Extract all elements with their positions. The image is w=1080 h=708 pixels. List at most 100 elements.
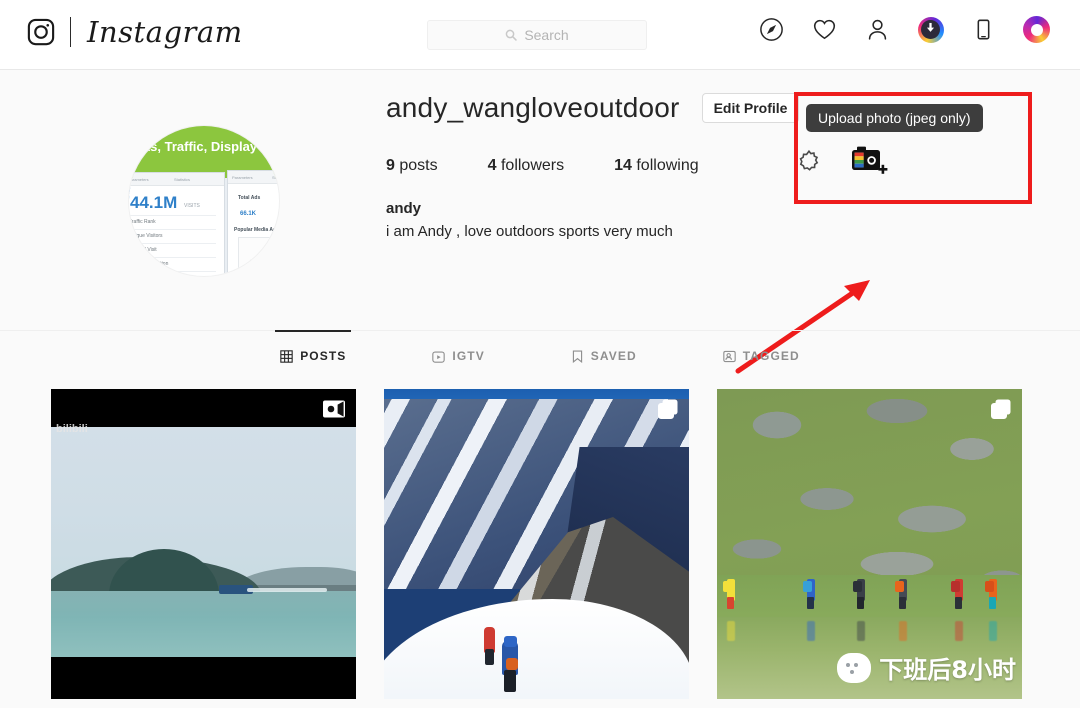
hiker-reflection [807, 621, 815, 641]
metric-row: Unique Visitors [129, 233, 163, 239]
post-2-climber [484, 627, 495, 665]
downloader-badge [917, 16, 944, 43]
brand-logo[interactable]: Instagram [26, 17, 243, 47]
multi-post-badge-icon [991, 399, 1011, 424]
tab-saved-label: SAVED [590, 349, 637, 363]
stat-followers[interactable]: 4 followers [488, 157, 565, 175]
post-grid: bilibili 下班后8小时 [51, 389, 1022, 699]
metric-row: Pages / Visit [129, 247, 157, 253]
post-2-image [384, 389, 689, 699]
metric-row: Avg. visit duration [129, 261, 169, 267]
stat-posts-label: posts [399, 157, 438, 174]
hiker-figure [985, 579, 997, 609]
tab-saved[interactable]: SAVED [571, 331, 637, 379]
page-title: andy_wangloveoutdoor [386, 92, 680, 123]
panel-left-label-2: Statistics [174, 177, 191, 182]
avatar [1023, 16, 1050, 43]
stat-followers-label: followers [500, 157, 565, 174]
stat-posts-value: 9 [386, 157, 395, 174]
search-input[interactable]: Search [427, 20, 647, 50]
panel-left-big-stat-unit: VISITS [184, 203, 200, 209]
panel-left-label: Parameters [128, 177, 149, 182]
post-thumbnail[interactable]: 下班后8小时 [717, 389, 1022, 699]
search-placeholder: Search [524, 27, 569, 43]
brand-wordmark: Instagram [87, 15, 243, 49]
activity-heart-icon[interactable] [811, 16, 838, 43]
hiker-reflection [727, 621, 735, 641]
profile-picture-panel-right: Parameters Statistics Total Ads Total P … [227, 170, 280, 276]
download-arrow-icon [924, 21, 937, 39]
wechat-icon [837, 652, 872, 683]
mobile-phone-icon[interactable] [970, 16, 997, 43]
profile-stats: 9 posts 4 followers 14 following [386, 157, 799, 175]
instagram-profile-page: Instagram Search nks, Traffic, Display P… [0, 0, 1080, 708]
panel-right-label-2: Statistics [272, 175, 280, 180]
post-3-image: 下班后8小时 [717, 389, 1022, 699]
igtv-icon [432, 350, 446, 363]
profile-picture-wrapper[interactable]: nks, Traffic, Display 5M K Parameters St… [128, 125, 280, 277]
profile-tab-bar: POSTS IGTV SAVED TAGGED [0, 330, 1080, 379]
post-thumbnail[interactable]: bilibili [51, 389, 356, 699]
hiker-reflection [899, 621, 907, 641]
bookmark-icon [571, 350, 584, 363]
metric-row: Traffic Rank [129, 219, 156, 225]
panel-right-label: Parameters [232, 175, 253, 180]
panel-left-big-stat: 44.1M [130, 193, 178, 212]
multi-post-badge-icon [658, 399, 678, 424]
media-thumbnail-image [247, 258, 279, 271]
hiker-reflection [857, 621, 865, 641]
profile-picture[interactable]: nks, Traffic, Display 5M K Parameters St… [128, 125, 280, 277]
post-1-letterbox-bottom [51, 657, 356, 699]
media-section-label: Popular Media Ads [234, 227, 279, 233]
tab-posts[interactable]: POSTS [275, 330, 352, 379]
post-3-meadow [717, 575, 1022, 621]
profile-picture-panel-left: Parameters Statistics 44.1M VISITS Traff… [128, 172, 225, 276]
account-avatar-icon[interactable] [1023, 16, 1050, 43]
profile-bio: i am Andy , love outdoors sports very mu… [386, 223, 673, 240]
search-icon [505, 29, 518, 41]
tab-posts-label: POSTS [300, 349, 347, 363]
hiker-figure [853, 579, 865, 609]
table-value: 66.1K [240, 211, 257, 217]
post-thumbnail[interactable] [384, 389, 689, 699]
post-1-water [51, 591, 356, 657]
stat-following-value: 14 [614, 157, 632, 174]
hiker-reflection [989, 621, 997, 641]
hiker-reflection [955, 621, 963, 641]
explore-compass-icon[interactable] [758, 16, 785, 43]
video-badge-icon [323, 399, 345, 424]
tab-igtv[interactable]: IGTV [432, 331, 484, 379]
upload-highlight-box [794, 92, 1032, 204]
profile-picture-banner-text: nks, Traffic, Display [135, 139, 258, 154]
tab-tagged[interactable]: TAGGED [723, 331, 800, 379]
top-navigation-bar: Instagram Search [0, 0, 1080, 70]
header-icon-group [758, 16, 1050, 43]
stat-followers-value: 4 [487, 157, 497, 174]
tab-igtv-label: IGTV [452, 349, 485, 363]
stat-following-label: following [636, 157, 699, 174]
stat-following[interactable]: 14 following [614, 157, 699, 175]
downloader-extension-icon[interactable] [917, 16, 944, 43]
wechat-watermark: 下班后8小时 [837, 650, 1016, 685]
post-1-watermark: bilibili [56, 423, 88, 435]
watermark-text: 下班后8小时 [879, 656, 1016, 684]
profile-info: andy_wangloveoutdoor Edit Profile 9 post… [386, 86, 800, 240]
media-thumbnail-box [238, 237, 279, 276]
hiker-figure [803, 579, 815, 609]
profile-display-name: andy [386, 200, 422, 217]
media-thumbnail-button [247, 274, 279, 276]
post-1-letterbox-top [51, 389, 356, 427]
grid-icon [280, 349, 293, 363]
profile-person-icon[interactable] [864, 16, 891, 43]
stat-posts[interactable]: 9 posts [386, 157, 438, 175]
metric-row: Bounce rate [129, 275, 156, 276]
tab-tagged-label: TAGGED [742, 349, 800, 363]
table-header: Total Ads [238, 195, 261, 201]
post-2-backpack [506, 658, 518, 670]
profile-username-row: andy_wangloveoutdoor Edit Profile [386, 86, 800, 130]
post-1-wake [247, 588, 327, 592]
edit-profile-button[interactable]: Edit Profile [701, 93, 800, 123]
hiker-figure [951, 579, 963, 609]
hiker-figure [723, 579, 735, 609]
tagged-person-icon [723, 350, 736, 363]
